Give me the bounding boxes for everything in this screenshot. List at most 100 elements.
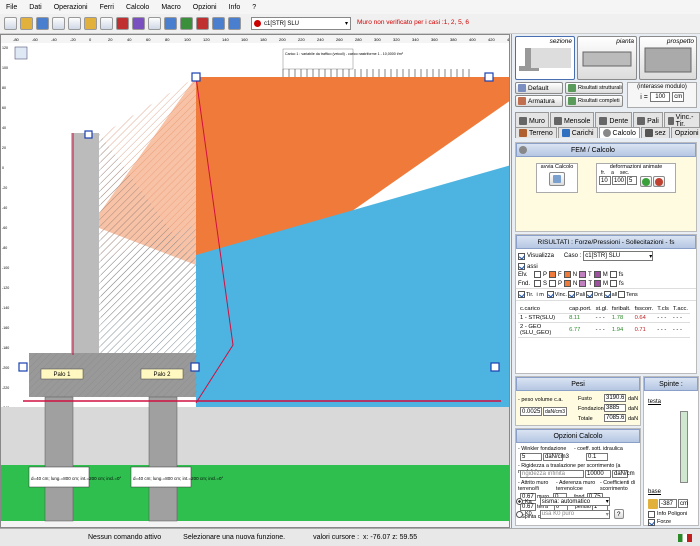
structural-results-button[interactable]: Risultati strutturali: [565, 82, 623, 94]
k0-radio[interactable]: [516, 510, 523, 518]
fnd-n-checkbox[interactable]: [564, 280, 572, 287]
menu-bar: File Dati Operazioni Ferri Calcolo Macro…: [0, 0, 700, 14]
default-button[interactable]: Default: [515, 82, 563, 94]
forze-checkbox[interactable]: [648, 519, 655, 526]
fnd-s-checkbox[interactable]: [534, 280, 541, 287]
tens-checkbox[interactable]: [618, 291, 626, 298]
drawing-canvas[interactable]: -80 -80 -60 -60 -40 -40 -20 -200 0 20 20 40 40 60 60 80…: [0, 34, 510, 528]
run-icon[interactable]: [116, 17, 129, 30]
coeff-input[interactable]: 0.1: [586, 453, 608, 461]
open-folder-icon[interactable]: [20, 17, 33, 30]
spinte-slider[interactable]: [680, 411, 688, 483]
complete-results-button[interactable]: Risultati completi: [565, 95, 623, 107]
fr-input[interactable]: 10: [599, 176, 611, 185]
elv-f-checkbox[interactable]: [549, 271, 557, 278]
shield-icon[interactable]: [228, 17, 241, 30]
menu-operazioni[interactable]: Operazioni: [54, 4, 88, 11]
cursor-value: x: -76.07 z: 59.55: [363, 534, 418, 541]
view-prospetto[interactable]: prospetto: [639, 36, 697, 80]
rigid-input[interactable]: 10000: [585, 470, 611, 478]
tab-carichi-label: Carichi: [571, 129, 594, 137]
save-icon[interactable]: [36, 17, 49, 30]
menu-info[interactable]: Info: [229, 4, 241, 11]
menu-help[interactable]: ?: [252, 4, 256, 11]
view-sezione[interactable]: sezione: [515, 36, 575, 80]
menu-calcolo[interactable]: Calcolo: [126, 4, 149, 11]
table-icon[interactable]: [212, 17, 225, 30]
print-icon[interactable]: [148, 17, 161, 30]
i-input[interactable]: 100: [649, 92, 670, 102]
tir-checkbox[interactable]: [518, 291, 525, 298]
assi-checkbox[interactable]: [518, 263, 525, 270]
peso-input[interactable]: 0.0025: [520, 407, 542, 416]
vinc-checkbox[interactable]: [546, 291, 554, 298]
report-icon[interactable]: [132, 17, 145, 30]
menu-ferri[interactable]: Ferri: [100, 4, 114, 11]
rigid-placeholder[interactable]: rigidezza infinita: [520, 470, 584, 478]
dnt-checkbox[interactable]: [586, 291, 594, 298]
menu-dati[interactable]: Dati: [29, 4, 41, 11]
redo-icon[interactable]: [68, 17, 81, 30]
tab-opzioni[interactable]: Opzioni: [670, 127, 700, 138]
tab-terreno[interactable]: Terreno: [515, 127, 557, 138]
spinte-value-input[interactable]: -387: [659, 499, 677, 508]
fit-view-icon[interactable]: [14, 46, 28, 60]
table-row[interactable]: 1 - STR(SLU) 8.11- - -1.78 0.64- - -- - -: [518, 313, 690, 323]
undo-icon[interactable]: [52, 17, 65, 30]
elv-t-checkbox[interactable]: [579, 271, 587, 278]
edit-icon[interactable]: [84, 17, 97, 30]
color-icon[interactable]: [196, 17, 209, 30]
tab-calcolo[interactable]: Calcolo: [598, 127, 640, 138]
view-pianta[interactable]: pianta: [577, 36, 637, 80]
visualizza-checkbox[interactable]: [518, 252, 525, 260]
help-button[interactable]: ?: [613, 509, 624, 519]
pali-checkbox[interactable]: [567, 291, 575, 298]
ka-radio[interactable]: [516, 498, 523, 505]
stop-button[interactable]: [653, 176, 665, 187]
ka-select[interactable]: sisma: automatico ▾: [539, 497, 610, 506]
structural-results-label: Risultati strutturali: [578, 85, 622, 91]
node-6-icon[interactable]: [490, 362, 500, 372]
elv-n-checkbox[interactable]: [563, 271, 571, 278]
menu-macro[interactable]: Macro: [161, 4, 180, 11]
node-3-icon[interactable]: [84, 130, 93, 139]
animate-button[interactable]: [640, 176, 652, 187]
tab-carichi[interactable]: Carichi: [557, 127, 598, 138]
cell: 1.78: [609, 313, 633, 323]
winkler-input[interactable]: 5: [520, 453, 542, 461]
elv-m-checkbox[interactable]: [593, 271, 601, 278]
fnd-t-checkbox[interactable]: [579, 280, 587, 287]
fnd-p-checkbox[interactable]: [549, 280, 557, 287]
menu-file[interactable]: File: [6, 4, 17, 11]
zoom-icon[interactable]: [164, 17, 177, 30]
node-4-icon[interactable]: [18, 362, 28, 372]
node-5-icon[interactable]: [190, 362, 200, 372]
menu-opzioni[interactable]: Opzioni: [193, 4, 217, 11]
peso-unit: daN/cm3: [543, 407, 567, 416]
info-poligoni-checkbox[interactable]: [648, 511, 655, 518]
combination-select[interactable]: c1[STR] SLU ▾: [251, 17, 351, 30]
plan-thumb-icon: [582, 51, 632, 67]
new-file-icon[interactable]: [4, 17, 17, 30]
spinte-unit: cm: [678, 499, 688, 508]
language-flag-icon[interactable]: [678, 533, 692, 542]
node-2-icon[interactable]: [484, 72, 494, 82]
default-label: Default: [528, 84, 549, 92]
a-input[interactable]: 100: [612, 176, 626, 185]
elv-p-checkbox[interactable]: [534, 271, 541, 278]
avvia-button[interactable]: [549, 172, 565, 186]
fnd-m-checkbox[interactable]: [594, 280, 602, 287]
table-row[interactable]: 2 - GEO (SLU_GEO) 6.77- - -1.94 0.71- - --…: [518, 322, 690, 338]
calculator-icon[interactable]: [100, 17, 113, 30]
tab-sez[interactable]: sez: [640, 127, 670, 138]
armatura-button[interactable]: Armatura: [515, 95, 563, 107]
sec-input[interactable]: 5: [627, 176, 637, 185]
node-1-icon[interactable]: [191, 72, 201, 82]
all-checkbox[interactable]: [603, 291, 611, 298]
grid-icon[interactable]: [180, 17, 193, 30]
fnd-t-label: T: [588, 280, 593, 287]
fnd-fs-checkbox[interactable]: [610, 280, 618, 287]
caso-select[interactable]: c1[STR] SLU ▾: [583, 251, 654, 261]
k0-select[interactable]: usa K0 puro ▾: [539, 509, 610, 519]
elv-fs-checkbox[interactable]: [609, 271, 617, 278]
